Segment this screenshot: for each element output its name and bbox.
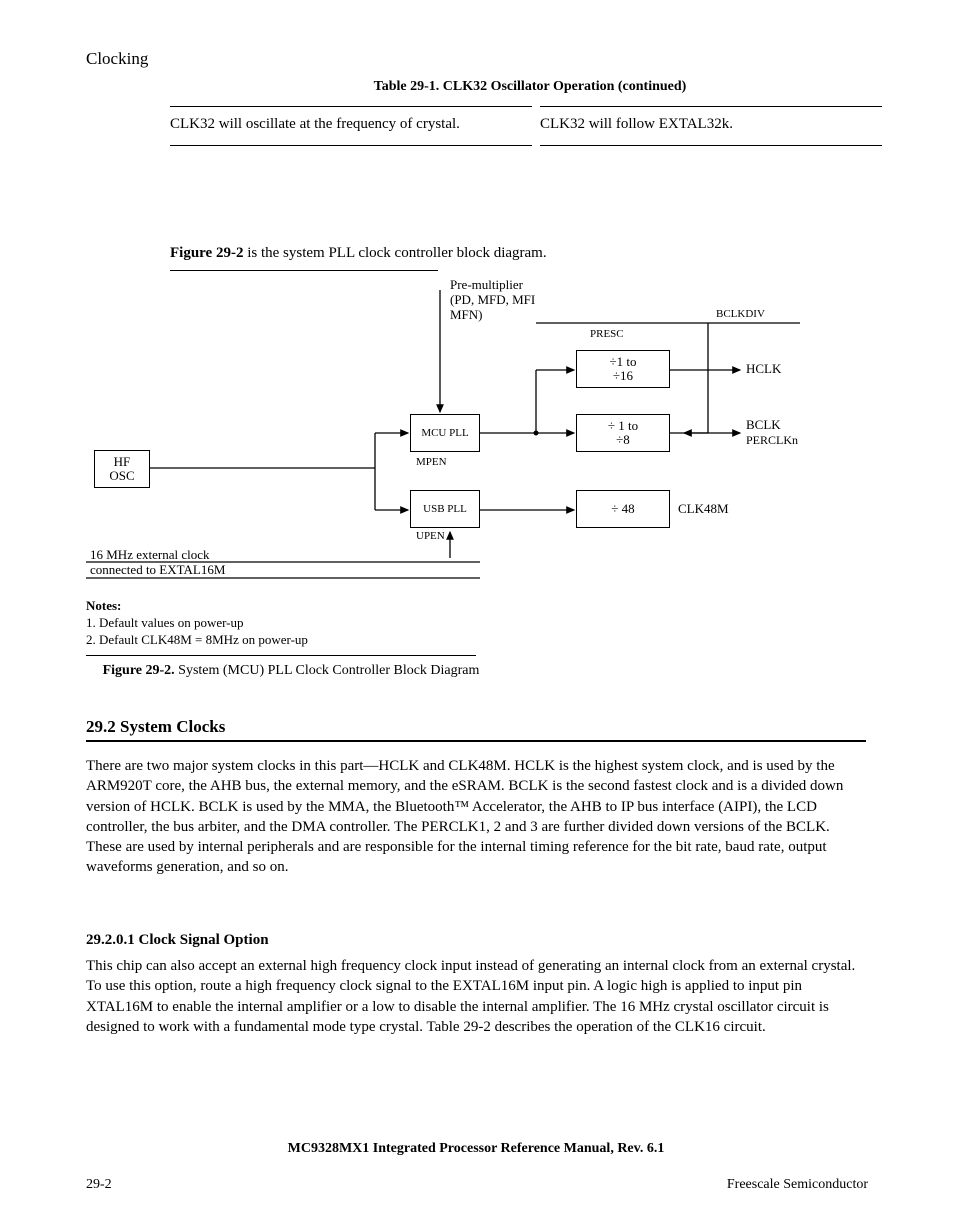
footer-company: Freescale Semiconductor — [727, 1176, 868, 1194]
paragraph-2: This chip can also accept an external hi… — [86, 956, 866, 1037]
table-cell-right: CLK32 will follow EXTAL32k. — [540, 111, 890, 139]
box-div2: ÷ 1 to ÷8 — [576, 414, 670, 452]
section-title: 29.2 System Clocks — [86, 716, 225, 738]
figure-intro: Figure 29-2 is the system PLL clock cont… — [170, 244, 547, 271]
diagram: HF OSC MCU PLL USB PLL ÷1 to ÷16 ÷ 1 to … — [80, 290, 870, 590]
label-ext16: 16 MHz external clockconnected to EXTAL1… — [90, 548, 225, 578]
manual-title: MC9328MX1 Integrated Processor Reference… — [86, 1140, 866, 1158]
section-rule — [86, 740, 866, 742]
clocking-label: Clocking — [86, 48, 148, 70]
table-title: Table 29-1. CLK32 Oscillator Operation (… — [170, 78, 890, 96]
label-presc: PRESC — [590, 328, 624, 341]
page-number: 29-2 — [86, 1176, 112, 1194]
label-bclkdiv: BCLKDIV — [716, 308, 765, 321]
label-clk48: CLK48M — [678, 502, 729, 517]
table-cell-left: CLK32 will oscillate at the frequency of… — [170, 111, 540, 139]
paragraph-1: There are two major system clocks in thi… — [86, 756, 866, 878]
table-29-1: Table 29-1. CLK32 Oscillator Operation (… — [170, 78, 890, 152]
subheading: 29.2.0.1 Clock Signal Option — [86, 930, 866, 950]
box-div1: ÷1 to ÷16 — [576, 350, 670, 388]
label-bclk: BCLK — [746, 418, 781, 433]
label-mpen: MPEN — [416, 456, 447, 469]
label-perclk: PERCLKn — [746, 434, 798, 448]
figure-notes: Notes: 1. Default values on power-up 2. … — [86, 598, 496, 680]
label-upen: UPEN — [416, 530, 445, 543]
label-premult: Pre-multiplier (PD, MFD, MFI MFN) — [450, 278, 535, 323]
box-div48: ÷ 48 — [576, 490, 670, 528]
box-mcu-pll: MCU PLL — [410, 414, 480, 452]
label-hclk: HCLK — [746, 362, 781, 377]
box-osc: HF OSC — [94, 450, 150, 488]
box-usb-pll: USB PLL — [410, 490, 480, 528]
